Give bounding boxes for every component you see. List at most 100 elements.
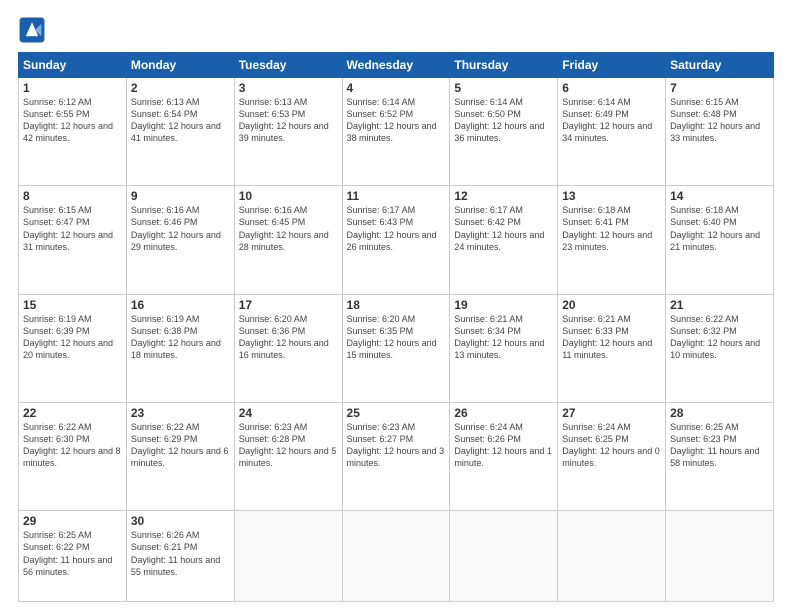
calendar-cell: 9Sunrise: 6:16 AMSunset: 6:46 PMDaylight… [126,186,234,294]
calendar-cell [666,511,774,602]
day-number: 15 [23,298,122,312]
day-number: 22 [23,406,122,420]
calendar-cell: 11Sunrise: 6:17 AMSunset: 6:43 PMDayligh… [342,186,450,294]
calendar-cell: 27Sunrise: 6:24 AMSunset: 6:25 PMDayligh… [558,402,666,510]
calendar-cell: 12Sunrise: 6:17 AMSunset: 6:42 PMDayligh… [450,186,558,294]
day-info: Sunrise: 6:17 AMSunset: 6:42 PMDaylight:… [454,204,553,253]
day-number: 11 [347,189,446,203]
day-number: 1 [23,81,122,95]
day-number: 23 [131,406,230,420]
calendar-cell: 13Sunrise: 6:18 AMSunset: 6:41 PMDayligh… [558,186,666,294]
day-info: Sunrise: 6:22 AMSunset: 6:30 PMDaylight:… [23,421,122,470]
page: SundayMondayTuesdayWednesdayThursdayFrid… [0,0,792,612]
calendar-cell [342,511,450,602]
day-info: Sunrise: 6:12 AMSunset: 6:55 PMDaylight:… [23,96,122,145]
day-info: Sunrise: 6:21 AMSunset: 6:33 PMDaylight:… [562,313,661,362]
day-number: 18 [347,298,446,312]
day-info: Sunrise: 6:25 AMSunset: 6:23 PMDaylight:… [670,421,769,470]
calendar-cell: 18Sunrise: 6:20 AMSunset: 6:35 PMDayligh… [342,294,450,402]
day-info: Sunrise: 6:15 AMSunset: 6:47 PMDaylight:… [23,204,122,253]
day-number: 10 [239,189,338,203]
day-info: Sunrise: 6:19 AMSunset: 6:38 PMDaylight:… [131,313,230,362]
calendar-cell: 28Sunrise: 6:25 AMSunset: 6:23 PMDayligh… [666,402,774,510]
day-number: 3 [239,81,338,95]
calendar-cell: 16Sunrise: 6:19 AMSunset: 6:38 PMDayligh… [126,294,234,402]
day-number: 29 [23,514,122,528]
day-info: Sunrise: 6:17 AMSunset: 6:43 PMDaylight:… [347,204,446,253]
day-info: Sunrise: 6:13 AMSunset: 6:54 PMDaylight:… [131,96,230,145]
calendar-table: SundayMondayTuesdayWednesdayThursdayFrid… [18,52,774,602]
day-number: 5 [454,81,553,95]
calendar-cell: 25Sunrise: 6:23 AMSunset: 6:27 PMDayligh… [342,402,450,510]
day-info: Sunrise: 6:18 AMSunset: 6:41 PMDaylight:… [562,204,661,253]
day-number: 25 [347,406,446,420]
week-row-4: 29Sunrise: 6:25 AMSunset: 6:22 PMDayligh… [19,511,774,602]
weekday-header-tuesday: Tuesday [234,53,342,78]
day-number: 17 [239,298,338,312]
day-number: 20 [562,298,661,312]
day-info: Sunrise: 6:16 AMSunset: 6:45 PMDaylight:… [239,204,338,253]
weekday-header-row: SundayMondayTuesdayWednesdayThursdayFrid… [19,53,774,78]
day-number: 28 [670,406,769,420]
day-info: Sunrise: 6:22 AMSunset: 6:32 PMDaylight:… [670,313,769,362]
day-number: 13 [562,189,661,203]
calendar-cell: 23Sunrise: 6:22 AMSunset: 6:29 PMDayligh… [126,402,234,510]
day-info: Sunrise: 6:16 AMSunset: 6:46 PMDaylight:… [131,204,230,253]
day-number: 16 [131,298,230,312]
day-number: 30 [131,514,230,528]
day-number: 14 [670,189,769,203]
day-number: 19 [454,298,553,312]
calendar-cell: 2Sunrise: 6:13 AMSunset: 6:54 PMDaylight… [126,78,234,186]
calendar-cell: 14Sunrise: 6:18 AMSunset: 6:40 PMDayligh… [666,186,774,294]
day-info: Sunrise: 6:20 AMSunset: 6:35 PMDaylight:… [347,313,446,362]
calendar-cell: 17Sunrise: 6:20 AMSunset: 6:36 PMDayligh… [234,294,342,402]
day-info: Sunrise: 6:14 AMSunset: 6:50 PMDaylight:… [454,96,553,145]
day-info: Sunrise: 6:23 AMSunset: 6:28 PMDaylight:… [239,421,338,470]
day-info: Sunrise: 6:13 AMSunset: 6:53 PMDaylight:… [239,96,338,145]
calendar-cell: 15Sunrise: 6:19 AMSunset: 6:39 PMDayligh… [19,294,127,402]
day-info: Sunrise: 6:15 AMSunset: 6:48 PMDaylight:… [670,96,769,145]
calendar-cell [234,511,342,602]
weekday-header-wednesday: Wednesday [342,53,450,78]
day-number: 2 [131,81,230,95]
day-info: Sunrise: 6:24 AMSunset: 6:25 PMDaylight:… [562,421,661,470]
calendar-cell: 20Sunrise: 6:21 AMSunset: 6:33 PMDayligh… [558,294,666,402]
day-info: Sunrise: 6:14 AMSunset: 6:52 PMDaylight:… [347,96,446,145]
calendar-cell: 30Sunrise: 6:26 AMSunset: 6:21 PMDayligh… [126,511,234,602]
day-number: 6 [562,81,661,95]
day-number: 9 [131,189,230,203]
header [18,16,774,44]
calendar-cell: 3Sunrise: 6:13 AMSunset: 6:53 PMDaylight… [234,78,342,186]
weekday-header-friday: Friday [558,53,666,78]
day-info: Sunrise: 6:20 AMSunset: 6:36 PMDaylight:… [239,313,338,362]
day-info: Sunrise: 6:22 AMSunset: 6:29 PMDaylight:… [131,421,230,470]
calendar-cell: 7Sunrise: 6:15 AMSunset: 6:48 PMDaylight… [666,78,774,186]
calendar-cell: 26Sunrise: 6:24 AMSunset: 6:26 PMDayligh… [450,402,558,510]
day-info: Sunrise: 6:24 AMSunset: 6:26 PMDaylight:… [454,421,553,470]
week-row-1: 8Sunrise: 6:15 AMSunset: 6:47 PMDaylight… [19,186,774,294]
week-row-2: 15Sunrise: 6:19 AMSunset: 6:39 PMDayligh… [19,294,774,402]
day-info: Sunrise: 6:18 AMSunset: 6:40 PMDaylight:… [670,204,769,253]
day-number: 24 [239,406,338,420]
day-info: Sunrise: 6:23 AMSunset: 6:27 PMDaylight:… [347,421,446,470]
day-number: 4 [347,81,446,95]
weekday-header-monday: Monday [126,53,234,78]
weekday-header-saturday: Saturday [666,53,774,78]
calendar-cell: 5Sunrise: 6:14 AMSunset: 6:50 PMDaylight… [450,78,558,186]
calendar-cell: 21Sunrise: 6:22 AMSunset: 6:32 PMDayligh… [666,294,774,402]
day-info: Sunrise: 6:14 AMSunset: 6:49 PMDaylight:… [562,96,661,145]
day-number: 21 [670,298,769,312]
day-number: 27 [562,406,661,420]
logo-icon [18,16,46,44]
calendar-cell: 8Sunrise: 6:15 AMSunset: 6:47 PMDaylight… [19,186,127,294]
day-number: 8 [23,189,122,203]
weekday-header-thursday: Thursday [450,53,558,78]
week-row-3: 22Sunrise: 6:22 AMSunset: 6:30 PMDayligh… [19,402,774,510]
calendar-cell: 19Sunrise: 6:21 AMSunset: 6:34 PMDayligh… [450,294,558,402]
calendar-cell: 4Sunrise: 6:14 AMSunset: 6:52 PMDaylight… [342,78,450,186]
week-row-0: 1Sunrise: 6:12 AMSunset: 6:55 PMDaylight… [19,78,774,186]
calendar-cell: 1Sunrise: 6:12 AMSunset: 6:55 PMDaylight… [19,78,127,186]
calendar-cell [450,511,558,602]
calendar-cell: 29Sunrise: 6:25 AMSunset: 6:22 PMDayligh… [19,511,127,602]
weekday-header-sunday: Sunday [19,53,127,78]
